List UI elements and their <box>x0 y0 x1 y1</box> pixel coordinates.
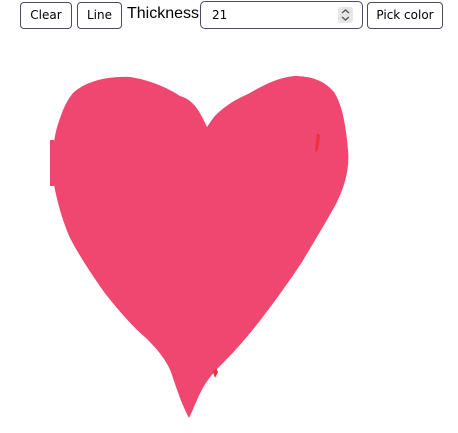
canvas-surface <box>50 76 349 418</box>
pick-color-button[interactable]: Pick color <box>367 2 443 29</box>
heart-drawing <box>52 76 349 418</box>
drawing-canvas[interactable] <box>0 32 458 429</box>
clear-button[interactable]: Clear <box>20 2 72 29</box>
thickness-value: 21 <box>212 8 228 22</box>
toolbar: Clear Line Thickness 21 Pick color <box>0 0 458 32</box>
heart-mark-left <box>50 140 54 186</box>
thickness-label: Thickness <box>127 5 200 22</box>
line-button[interactable]: Line <box>77 2 122 29</box>
thickness-input[interactable]: 21 <box>200 1 363 29</box>
up-down-stepper-icon[interactable] <box>338 7 353 23</box>
